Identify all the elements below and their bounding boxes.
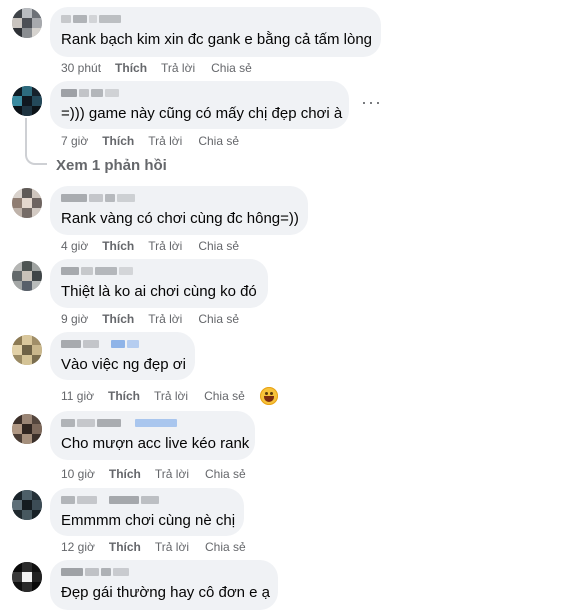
comment-text: Rank vàng có chơi cùng đc hông=)) [61, 210, 299, 227]
avatar[interactable] [12, 261, 42, 291]
comment-bubble: Đẹp gái thường hay cô đơn e ạ [50, 560, 278, 610]
commenter-name[interactable] [61, 340, 183, 350]
reply-button[interactable]: Trả lời [155, 467, 189, 481]
comment-text: Cho mượn acc live kéo rank [61, 435, 250, 452]
avatar[interactable] [12, 335, 42, 365]
reply-button[interactable]: Trả lời [154, 389, 188, 403]
like-button[interactable]: Thích [115, 61, 147, 75]
like-button[interactable]: Thích [102, 312, 134, 326]
comment-time[interactable]: 10 giờ [61, 467, 95, 481]
comment-bubble: Rank vàng có chơi cùng đc hông=)) [50, 186, 308, 235]
comment-text: Thiệt là ko ai chơi cùng ko đó [61, 283, 257, 300]
avatar[interactable] [12, 86, 42, 116]
comment-text: =))) game này cũng có mấy chị đẹp chơi à [61, 105, 343, 122]
comment-actions: 10 giờ Thích Trả lời Chia sẻ [61, 467, 246, 481]
reply-button[interactable]: Trả lời [148, 312, 182, 326]
avatar[interactable] [12, 414, 42, 444]
share-button[interactable]: Chia sẻ [204, 389, 245, 403]
comment-actions: 11 giờ Thích Trả lời Chia sẻ [61, 389, 245, 403]
view-replies-link[interactable]: Xem 1 phản hồi [56, 157, 167, 174]
comment-time[interactable]: 30 phút [61, 61, 101, 75]
commenter-name[interactable] [61, 496, 232, 506]
avatar[interactable] [12, 8, 42, 38]
reply-button[interactable]: Trả lời [148, 134, 182, 148]
commenter-name[interactable] [61, 194, 296, 204]
like-button[interactable]: Thích [108, 389, 140, 403]
like-button[interactable]: Thích [102, 239, 134, 253]
reply-thread-line [25, 118, 27, 156]
comment-text: Đẹp gái thường hay cô đơn e ạ [61, 584, 271, 601]
comment-actions: 12 giờ Thích Trả lời Chia sẻ [61, 540, 246, 554]
commenter-name[interactable] [61, 267, 256, 277]
avatar[interactable] [12, 188, 42, 218]
comment-time[interactable]: 11 giờ [61, 389, 94, 403]
commenter-name[interactable] [61, 15, 369, 25]
comment-bubble: =))) game này cũng có mấy chị đẹp chơi à [50, 81, 349, 129]
comment-bubble: Thiệt là ko ai chơi cùng ko đó [50, 259, 268, 308]
comment-bubble: Rank bạch kim xin đc gank e bằng cả tấm … [50, 7, 381, 57]
comment-bubble: Cho mượn acc live kéo rank [50, 411, 255, 460]
comment-time[interactable]: 9 giờ [61, 312, 88, 326]
comment-text: Vào việc ng đẹp ơi [61, 356, 186, 373]
comment-time[interactable]: 4 giờ [61, 239, 88, 253]
commenter-name[interactable] [61, 419, 243, 429]
like-button[interactable]: Thích [109, 467, 141, 481]
comment-text: Emmmm chơi cùng nè chị [61, 512, 236, 529]
share-button[interactable]: Chia sẻ [198, 134, 239, 148]
avatar[interactable] [12, 562, 42, 592]
comment-time[interactable]: 7 giờ [61, 134, 88, 148]
share-button[interactable]: Chia sẻ [205, 540, 246, 554]
comment-bubble: Emmmm chơi cùng nè chị [50, 488, 244, 536]
comment-actions: 7 giờ Thích Trả lời Chia sẻ [61, 134, 239, 148]
reply-thread-curve [25, 155, 47, 165]
comment-bubble: Vào việc ng đẹp ơi [50, 332, 195, 380]
comment-actions: 9 giờ Thích Trả lời Chia sẻ [61, 312, 239, 326]
commenter-name[interactable] [61, 89, 337, 99]
like-button[interactable]: Thích [102, 134, 134, 148]
share-button[interactable]: Chia sẻ [205, 467, 246, 481]
comment-actions: 4 giờ Thích Trả lời Chia sẻ [61, 239, 239, 253]
share-button[interactable]: Chia sẻ [211, 61, 252, 75]
commenter-name[interactable] [61, 568, 266, 578]
share-button[interactable]: Chia sẻ [198, 239, 239, 253]
share-button[interactable]: Chia sẻ [198, 312, 239, 326]
grinning-sweat-emoji[interactable] [260, 387, 278, 405]
avatar[interactable] [12, 490, 42, 520]
comment-text: Rank bạch kim xin đc gank e bằng cả tấm … [61, 31, 373, 48]
more-options-icon[interactable]: ··· [361, 92, 382, 113]
like-button[interactable]: Thích [109, 540, 141, 554]
comment-actions: 30 phút Thích Trả lời Chia sẻ [61, 61, 252, 75]
reply-button[interactable]: Trả lời [148, 239, 182, 253]
comment-time[interactable]: 12 giờ [61, 540, 95, 554]
reply-button[interactable]: Trả lời [161, 61, 195, 75]
reply-button[interactable]: Trả lời [155, 540, 189, 554]
